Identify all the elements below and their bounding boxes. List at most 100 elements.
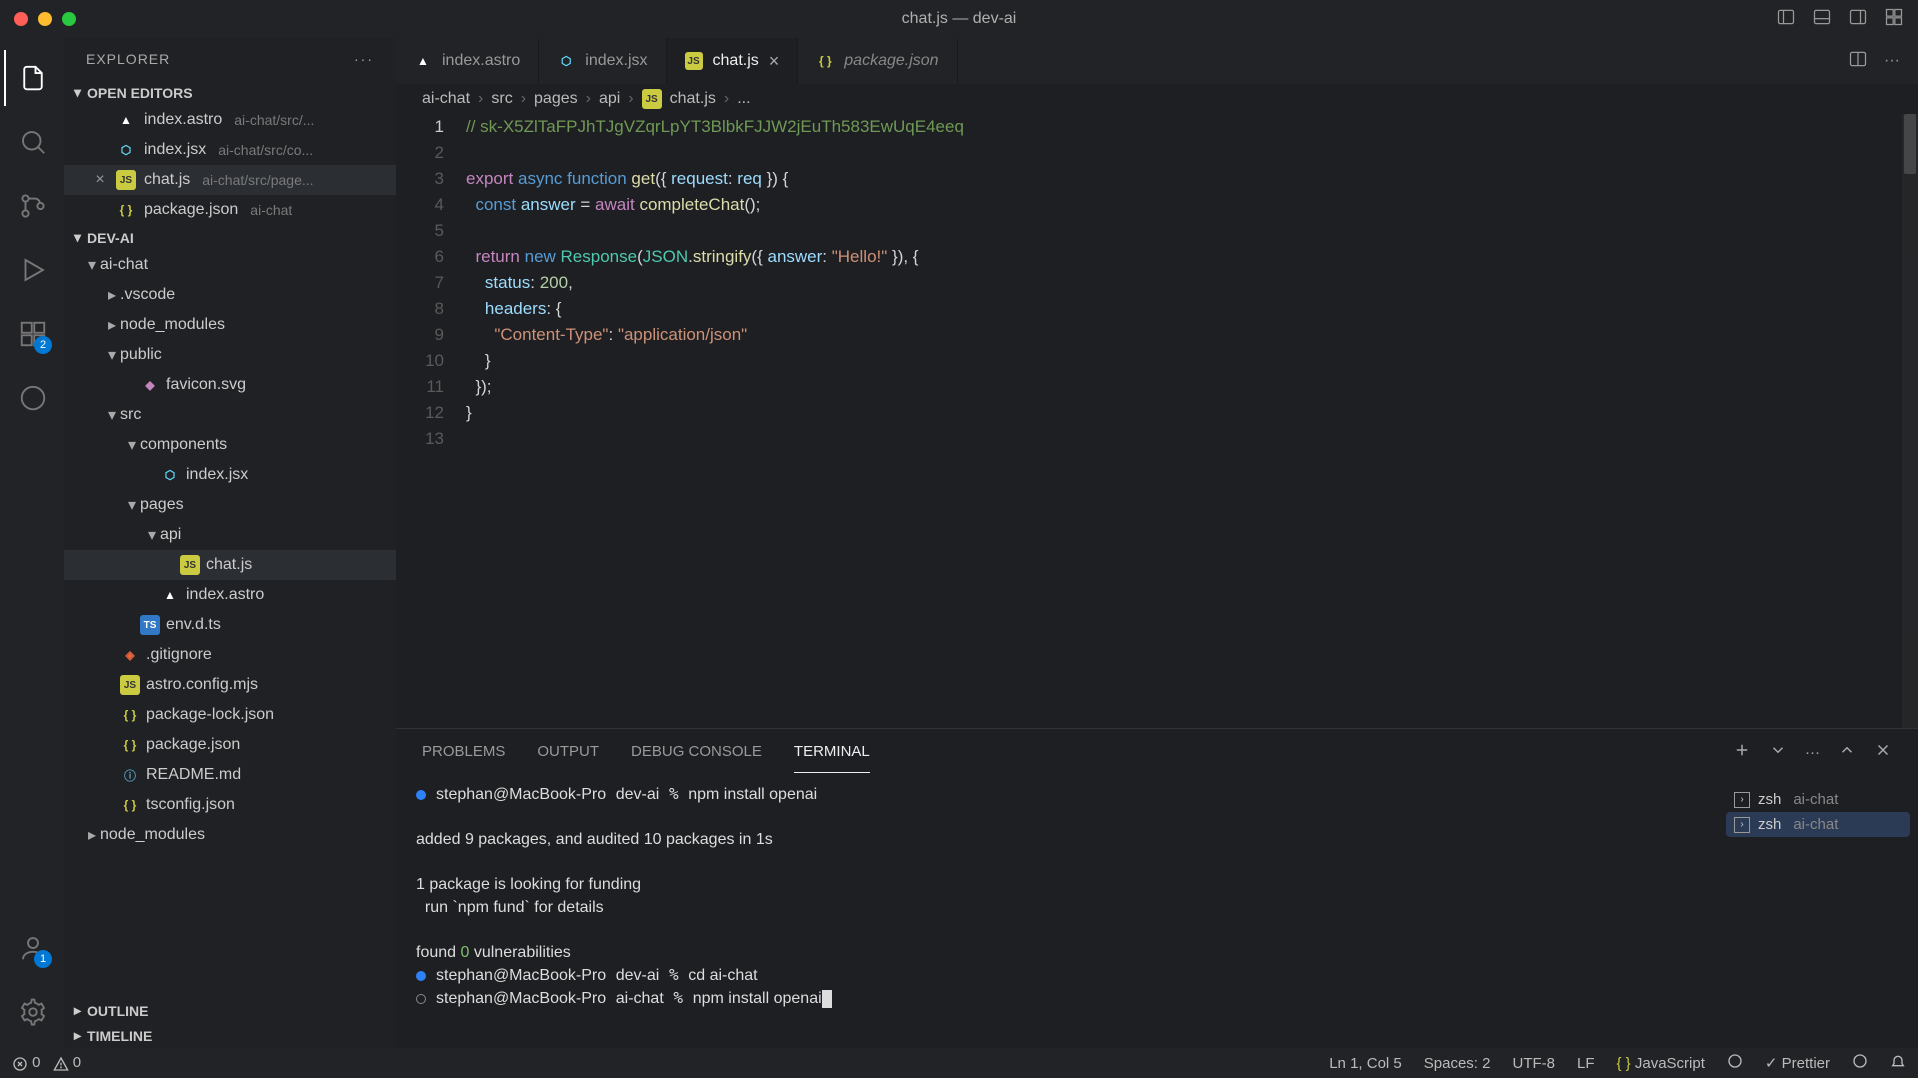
tree-file[interactable]: ⬡index.jsx: [64, 460, 396, 490]
terminal-dropdown-icon[interactable]: [1769, 741, 1787, 763]
workspace-header[interactable]: DEV-AI: [64, 225, 396, 250]
window-title: chat.js — dev-ai: [902, 10, 1017, 28]
open-editor-item[interactable]: ▲index.astroai-chat/src/...: [64, 105, 396, 135]
editor-tab[interactable]: ⬡index.jsx: [539, 38, 666, 84]
breadcrumb-segment[interactable]: api: [599, 90, 620, 108]
open-editor-item[interactable]: ×JSchat.jsai-chat/src/page...: [64, 165, 396, 195]
settings-activity[interactable]: [4, 984, 60, 1040]
code-editor[interactable]: 12345678910111213 // sk-X5ZlTaFPJhTJgVZq…: [396, 114, 1918, 728]
status-notifications-icon[interactable]: [1890, 1053, 1906, 1073]
editor-scrollbar[interactable]: [1902, 114, 1918, 728]
tree-file[interactable]: ⓘREADME.md: [64, 760, 396, 790]
close-icon[interactable]: ×: [92, 171, 108, 189]
editor-tab[interactable]: { }package.json: [798, 38, 957, 84]
status-live-share-icon[interactable]: [1727, 1053, 1743, 1073]
terminal-list-item[interactable]: ›zshai-chat: [1726, 812, 1910, 837]
search-activity[interactable]: [4, 114, 60, 170]
tree-folder[interactable]: .vscode: [64, 280, 396, 310]
extensions-activity[interactable]: 2: [4, 306, 60, 362]
breadcrumb[interactable]: ai-chat›src›pages›api›JSchat.js›...: [396, 84, 1918, 114]
timeline-header[interactable]: TIMELINE: [64, 1023, 396, 1048]
toggle-secondary-sidebar-icon[interactable]: [1848, 7, 1868, 32]
open-editor-item[interactable]: { }package.jsonai-chat: [64, 195, 396, 225]
maximize-panel-icon[interactable]: [1838, 741, 1856, 763]
titlebar-actions: [1776, 7, 1904, 32]
tree-folder[interactable]: node_modules: [64, 820, 396, 850]
breadcrumb-segment[interactable]: ...: [737, 90, 750, 108]
tree-file[interactable]: ◆favicon.svg: [64, 370, 396, 400]
status-cursor-position[interactable]: Ln 1, Col 5: [1329, 1055, 1402, 1072]
tree-file[interactable]: JSchat.js: [64, 550, 396, 580]
customize-layout-icon[interactable]: [1884, 7, 1904, 32]
tree-folder[interactable]: api: [64, 520, 396, 550]
main-area: 2 1 EXPLORER ··· OPEN EDITORS ▲index.ast…: [0, 38, 1918, 1048]
tree-file[interactable]: JSastro.config.mjs: [64, 670, 396, 700]
tree-folder[interactable]: components: [64, 430, 396, 460]
panel-tab-debug-console[interactable]: DEBUG CONSOLE: [631, 731, 762, 773]
breadcrumb-segment[interactable]: chat.js: [670, 90, 716, 108]
open-editor-item[interactable]: ⬡index.jsxai-chat/src/co...: [64, 135, 396, 165]
panel-tab-output[interactable]: OUTPUT: [537, 731, 599, 773]
terminal-list-item[interactable]: ›zshai-chat: [1726, 787, 1910, 812]
explorer-activity[interactable]: [4, 50, 60, 106]
run-debug-activity[interactable]: [4, 242, 60, 298]
breadcrumb-segment[interactable]: pages: [534, 90, 578, 108]
tree-file[interactable]: { }tsconfig.json: [64, 790, 396, 820]
more-actions-icon[interactable]: ···: [1884, 52, 1900, 70]
tree-folder[interactable]: pages: [64, 490, 396, 520]
tree-file[interactable]: ▲index.astro: [64, 580, 396, 610]
tree-folder[interactable]: node_modules: [64, 310, 396, 340]
close-panel-icon[interactable]: [1874, 741, 1892, 763]
split-editor-icon[interactable]: [1848, 49, 1868, 74]
editor-actions: ···: [1830, 38, 1918, 84]
panel-tab-problems[interactable]: PROBLEMS: [422, 731, 505, 773]
tree-file[interactable]: ◈.gitignore: [64, 640, 396, 670]
explorer-more-icon[interactable]: ···: [354, 51, 374, 67]
panel-tab-terminal[interactable]: TERMINAL: [794, 731, 870, 773]
outline-header[interactable]: OUTLINE: [64, 998, 396, 1023]
edge-activity[interactable]: [4, 370, 60, 426]
status-feedback-icon[interactable]: [1852, 1053, 1868, 1073]
status-errors[interactable]: 0: [12, 1054, 41, 1071]
file-path-hint: ai-chat/src/co...: [218, 142, 313, 158]
file-name: package-lock.json: [146, 706, 274, 724]
file-name: astro.config.mjs: [146, 676, 258, 694]
file-path-hint: ai-chat: [250, 202, 292, 218]
breadcrumb-segment[interactable]: ai-chat: [422, 90, 470, 108]
tree-folder[interactable]: public: [64, 340, 396, 370]
breadcrumb-separator: ›: [724, 90, 729, 108]
tree-file[interactable]: { }package.json: [64, 730, 396, 760]
toggle-primary-sidebar-icon[interactable]: [1776, 7, 1796, 32]
scroll-thumb[interactable]: [1904, 114, 1916, 174]
source-control-activity[interactable]: [4, 178, 60, 234]
status-eol[interactable]: LF: [1577, 1055, 1595, 1072]
minimize-window[interactable]: [38, 12, 52, 26]
close-tab-icon[interactable]: ×: [769, 51, 780, 72]
status-warnings[interactable]: 0: [53, 1054, 82, 1071]
breadcrumb-segment[interactable]: src: [491, 90, 512, 108]
activity-bar: 2 1: [0, 38, 64, 1048]
tree-file[interactable]: { }package-lock.json: [64, 700, 396, 730]
open-editors-header[interactable]: OPEN EDITORS: [64, 80, 396, 105]
editor-tab[interactable]: JSchat.js×: [667, 38, 799, 84]
tree-folder[interactable]: src: [64, 400, 396, 430]
zoom-window[interactable]: [62, 12, 76, 26]
file-name: chat.js: [144, 171, 190, 189]
panel-more-icon[interactable]: ···: [1805, 744, 1820, 761]
accounts-activity[interactable]: 1: [4, 920, 60, 976]
code-content[interactable]: // sk-X5ZlTaFPJhTJgVZqrLpYT3BlbkFJJW2jEu…: [466, 114, 1918, 728]
new-terminal-icon[interactable]: [1733, 741, 1751, 763]
terminal-output[interactable]: stephan@MacBook-Pro dev-ai % npm install…: [396, 775, 1718, 1048]
close-window[interactable]: [14, 12, 28, 26]
folder-name: api: [160, 526, 181, 544]
editor-group: ▲index.astro⬡index.jsxJSchat.js×{ }packa…: [396, 38, 1918, 1048]
status-language[interactable]: { } JavaScript: [1617, 1055, 1705, 1072]
status-prettier[interactable]: ✓ Prettier: [1765, 1054, 1830, 1072]
toggle-panel-icon[interactable]: [1812, 7, 1832, 32]
tree-folder[interactable]: ai-chat: [64, 250, 396, 280]
bottom-panel: PROBLEMSOUTPUTDEBUG CONSOLETERMINAL ··· …: [396, 728, 1918, 1048]
status-encoding[interactable]: UTF-8: [1512, 1055, 1555, 1072]
status-indentation[interactable]: Spaces: 2: [1424, 1055, 1491, 1072]
editor-tab[interactable]: ▲index.astro: [396, 38, 539, 84]
tree-file[interactable]: TSenv.d.ts: [64, 610, 396, 640]
